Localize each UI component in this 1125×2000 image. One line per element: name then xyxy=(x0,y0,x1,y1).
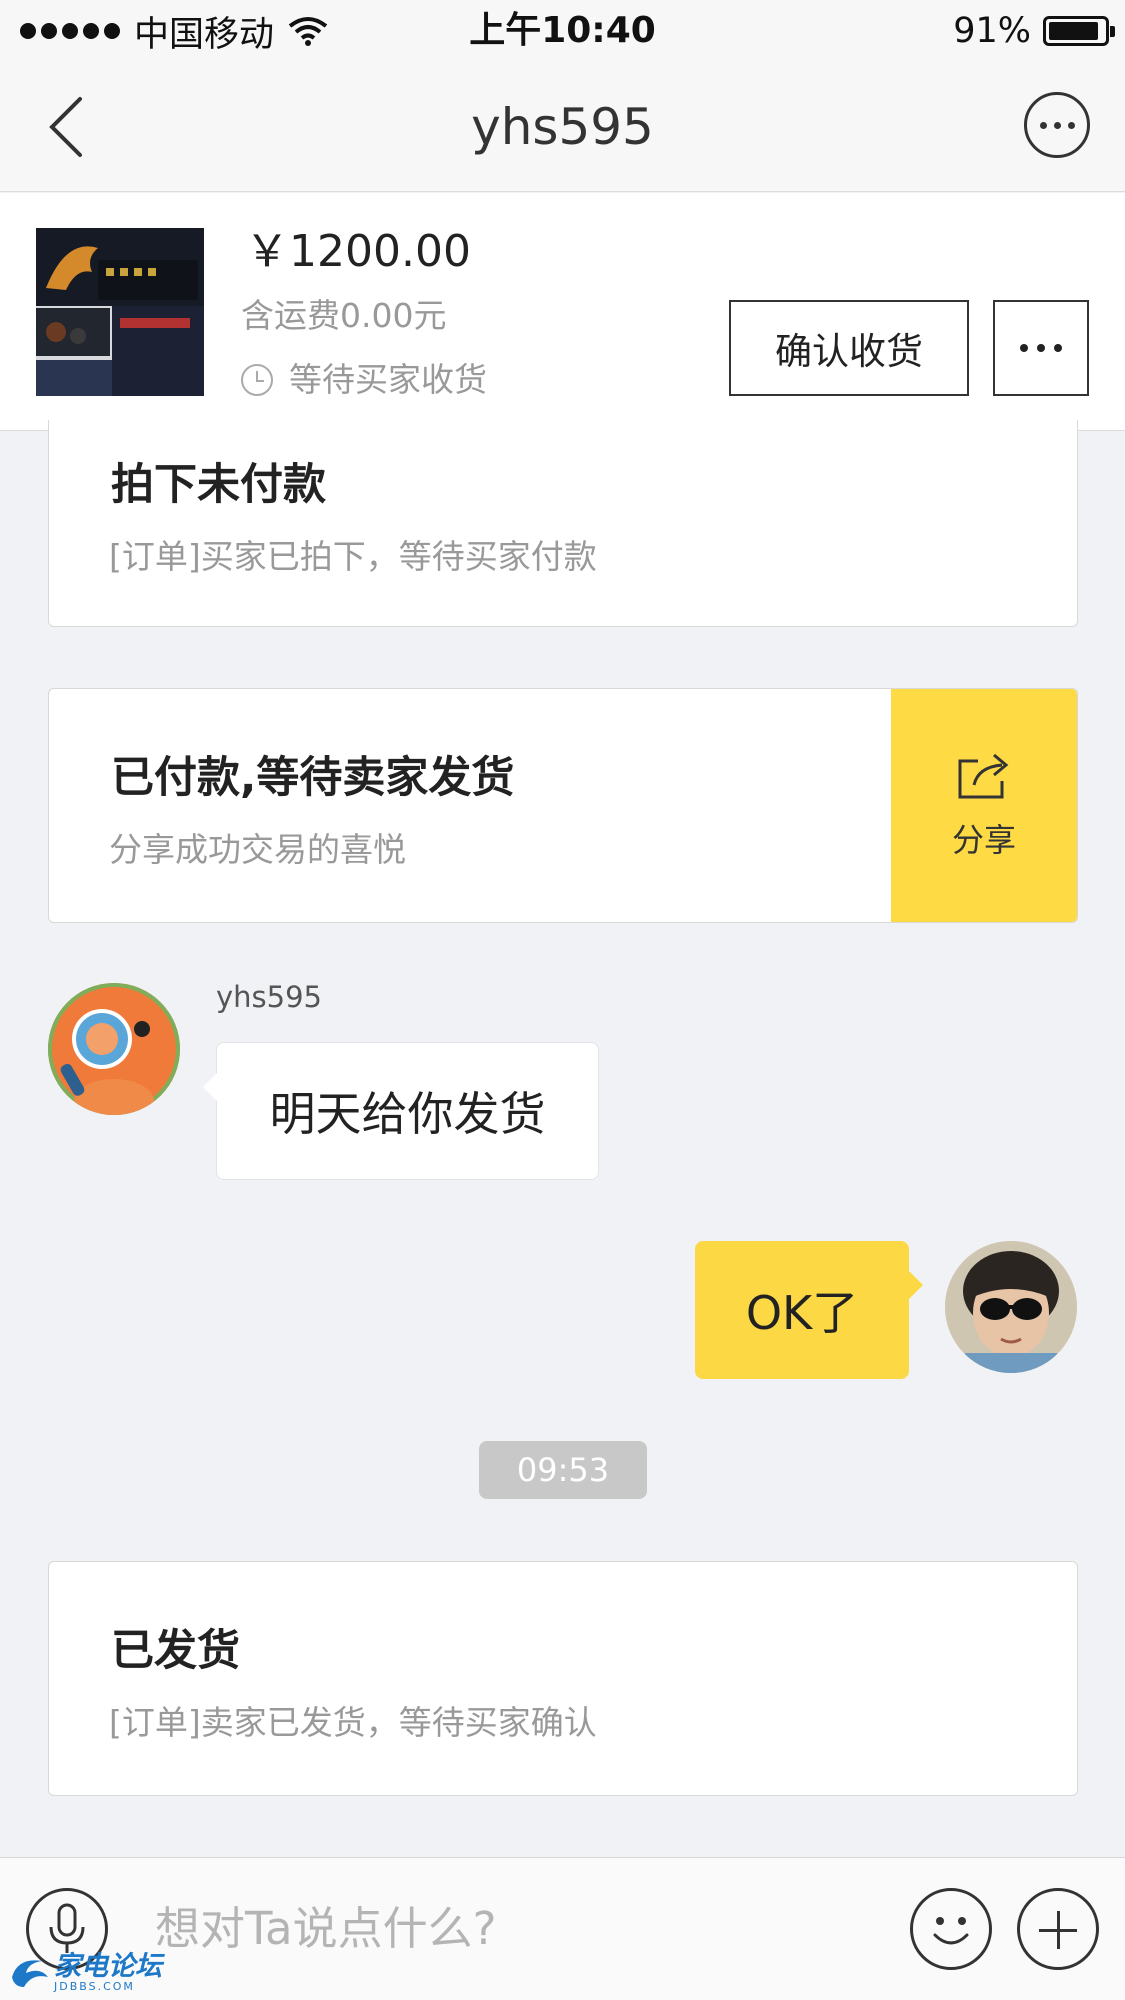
card-title: 已发货 xyxy=(111,1626,240,1676)
watermark-subtext: JDBBS.COM xyxy=(54,1979,135,1993)
message-input[interactable] xyxy=(155,1898,855,1960)
add-attachment-button[interactable] xyxy=(1017,1888,1099,1970)
watermark-text: 家电论坛 xyxy=(54,1950,162,1982)
buyer-avatar[interactable] xyxy=(945,1241,1077,1373)
order-card-unpaid[interactable]: 拍下未付款 [订单]买家已拍下，等待买家付款 xyxy=(48,420,1078,627)
watermark-swirl-icon xyxy=(12,1960,48,1987)
confirm-receipt-button[interactable]: 确认收货 xyxy=(729,300,969,396)
product-more-button[interactable] xyxy=(993,300,1089,396)
more-options-icon[interactable] xyxy=(1024,92,1090,158)
shipping-fee: 含运费0.00元 xyxy=(241,296,447,335)
seller-avatar[interactable] xyxy=(48,983,180,1115)
product-image xyxy=(36,228,204,396)
clock-icon xyxy=(241,364,273,396)
order-status-text: 等待买家收货 xyxy=(289,360,487,399)
battery-percent: 91% xyxy=(953,11,1031,51)
order-card-paid[interactable]: 已付款,等待卖家发货 分享成功交易的喜悦 分享 xyxy=(48,688,1078,923)
sender-name: yhs595 xyxy=(216,980,323,1014)
card-subtitle: [订单]买家已拍下，等待买家付款 xyxy=(109,537,597,576)
order-card-shipped[interactable]: 已发货 [订单]卖家已发货，等待买家确认 xyxy=(48,1561,1078,1796)
battery-icon xyxy=(1043,16,1115,46)
card-subtitle: [订单]卖家已发货，等待买家确认 xyxy=(109,1703,597,1742)
page-title: yhs595 xyxy=(471,98,654,156)
card-title: 拍下未付款 xyxy=(111,460,326,510)
status-right: 91% xyxy=(953,8,1115,54)
microphone-icon xyxy=(49,1903,85,1953)
message-bubble-received[interactable]: 明天给你发货 xyxy=(203,1042,599,1180)
card-subtitle: 分享成功交易的喜悦 xyxy=(109,830,406,869)
message-bubble-sent[interactable]: OK了 xyxy=(695,1241,923,1379)
order-status-row: 等待买家收货 xyxy=(241,357,487,403)
card-title: 已付款,等待卖家发货 xyxy=(111,753,515,803)
emoji-button[interactable] xyxy=(910,1888,992,1970)
product-thumbnail[interactable] xyxy=(36,228,204,396)
share-label: 分享 xyxy=(951,820,1016,859)
seller-avatar-image xyxy=(48,983,180,1115)
message-timestamp: 09:53 xyxy=(479,1441,647,1499)
product-price: ￥1200.00 xyxy=(245,226,471,277)
watermark-logo: 家电论坛 JDBBS.COM xyxy=(8,1950,162,1996)
share-icon xyxy=(958,753,1009,798)
share-button[interactable]: 分享 xyxy=(891,689,1077,922)
buyer-avatar-image xyxy=(945,1241,1077,1373)
smiley-icon xyxy=(933,1917,969,1945)
